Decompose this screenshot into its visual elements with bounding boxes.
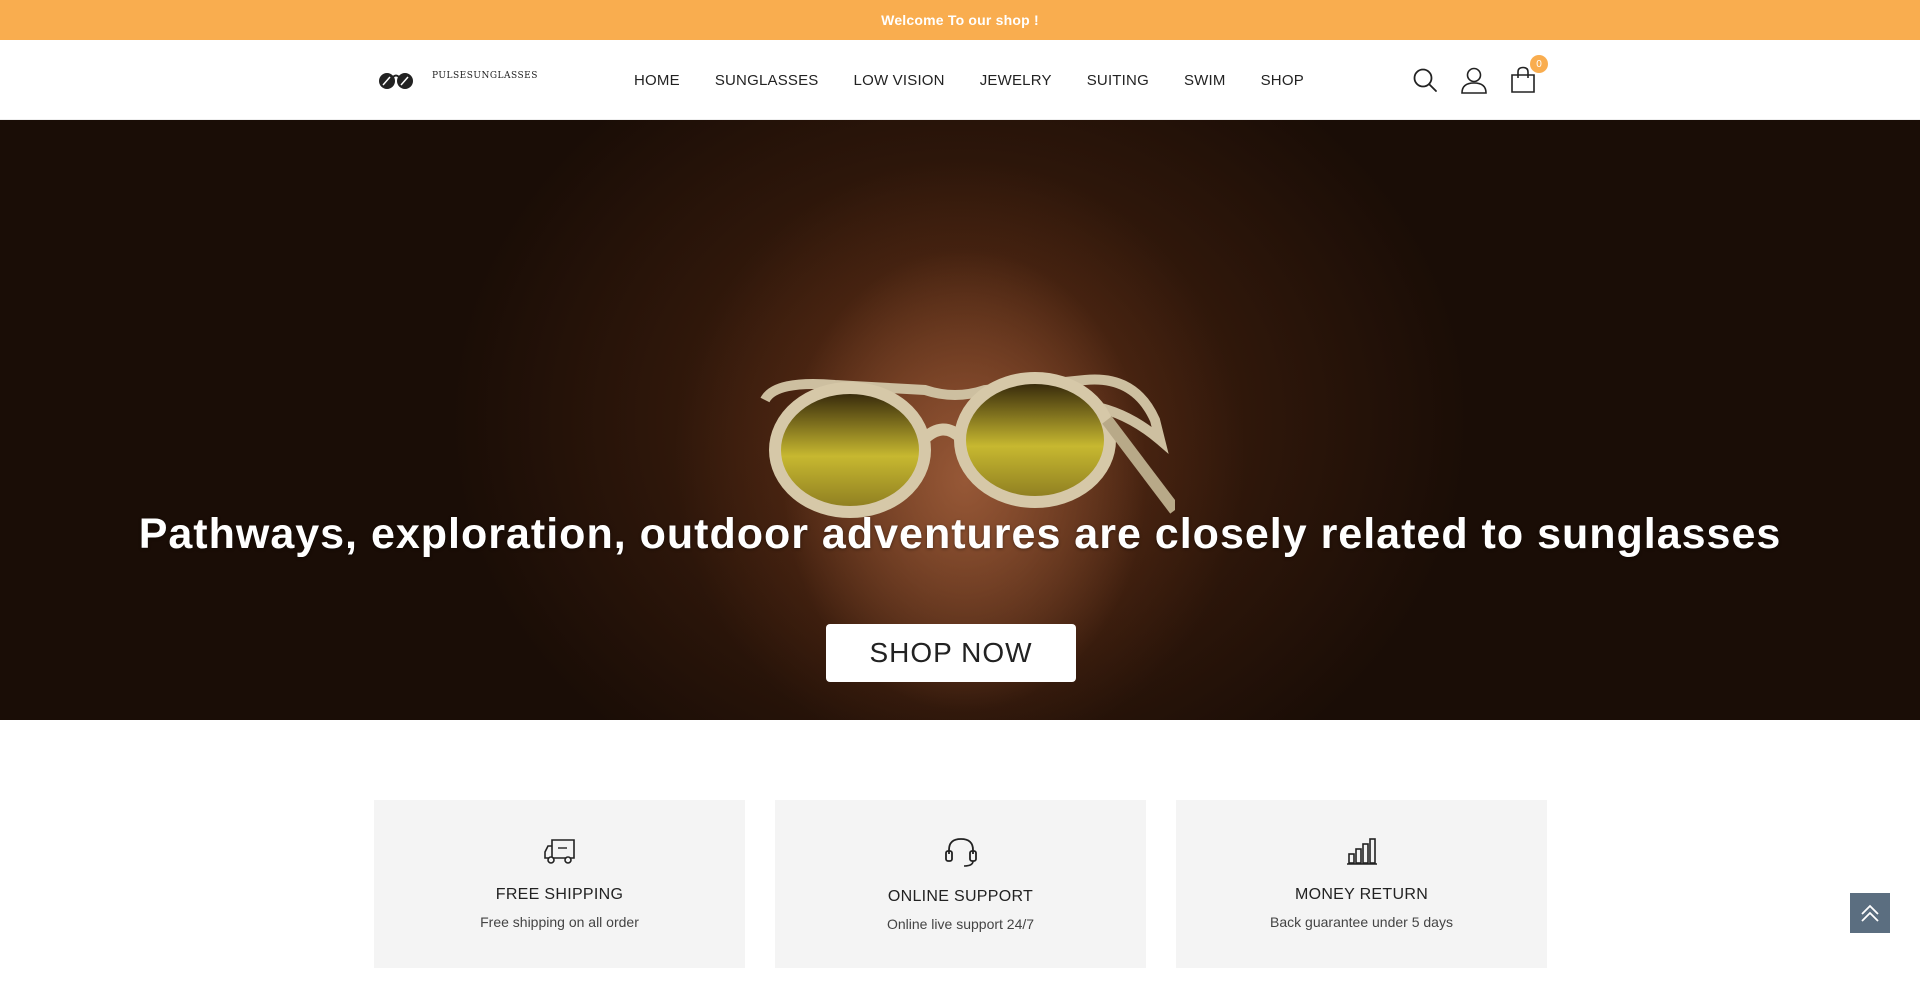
features-row: FREE SHIPPING Free shipping on all order… <box>374 800 1547 968</box>
double-chevron-up-icon <box>1861 904 1879 922</box>
truck-icon <box>543 839 575 864</box>
chart-bars-icon <box>1346 838 1377 865</box>
feature-card: ONLINE SUPPORT Online live support 24/7 <box>775 800 1146 968</box>
feature-card: MONEY RETURN Back guarantee under 5 days <box>1176 800 1547 968</box>
site-header: PULSESUNGLASSES HOME SUNGLASSES LOW VISI… <box>0 40 1920 120</box>
feature-card: FREE SHIPPING Free shipping on all order <box>374 800 745 968</box>
main-nav: HOME SUNGLASSES LOW VISION JEWELRY SUITI… <box>634 40 1304 120</box>
cart-count-badge: 0 <box>1530 55 1548 73</box>
feature-description: Free shipping on all order <box>480 914 639 930</box>
feature-title: ONLINE SUPPORT <box>887 888 1034 905</box>
feature-description: Back guarantee under 5 days <box>1270 914 1453 930</box>
announcement-bar: Welcome To our shop ! <box>0 0 1920 40</box>
nav-item-jewelry[interactable]: JEWELRY <box>980 72 1052 89</box>
back-to-top-button[interactable] <box>1850 893 1890 933</box>
search-button[interactable] <box>1410 65 1440 95</box>
account-button[interactable] <box>1459 65 1489 95</box>
cart-button[interactable]: 0 <box>1508 55 1548 95</box>
feature-description: Online live support 24/7 <box>886 916 1035 932</box>
feature-title: MONEY RETURN <box>1294 886 1429 903</box>
nav-item-sunglasses[interactable]: SUNGLASSES <box>715 72 819 89</box>
shop-now-button[interactable]: SHOP NOW <box>826 624 1076 682</box>
site-logo[interactable]: PULSESUNGLASSES <box>378 64 538 96</box>
nav-item-low-vision[interactable]: LOW VISION <box>854 72 945 89</box>
nav-item-home[interactable]: HOME <box>634 72 680 89</box>
hero-banner: Pathways, exploration, outdoor adventure… <box>0 120 1920 720</box>
announcement-text: Welcome To our shop ! <box>881 12 1039 28</box>
feature-title: FREE SHIPPING <box>495 886 624 903</box>
nav-item-shop[interactable]: SHOP <box>1261 72 1304 89</box>
nav-item-suiting[interactable]: SUITING <box>1087 72 1149 89</box>
logo-text: PULSESUNGLASSES <box>432 71 538 81</box>
hero-title: Pathways, exploration, outdoor adventure… <box>138 510 1782 558</box>
search-icon <box>1413 68 1437 92</box>
headset-icon <box>944 838 977 867</box>
sunglasses-logo-icon <box>379 73 413 89</box>
nav-item-swim[interactable]: SWIM <box>1184 72 1226 89</box>
header-actions: 0 <box>1410 55 1548 100</box>
user-icon <box>1461 67 1487 94</box>
